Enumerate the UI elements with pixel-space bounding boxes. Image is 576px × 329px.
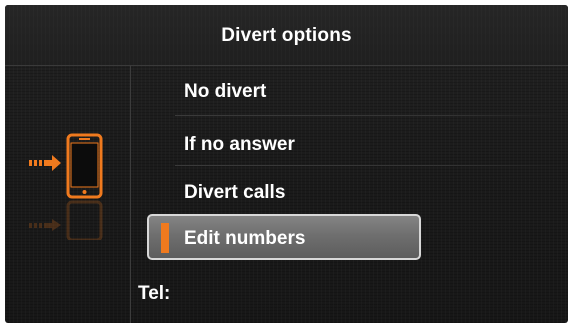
divert-options-screen: Divert options No divert If no answer Di… (5, 5, 568, 323)
header-bar: Divert options (5, 5, 568, 66)
page-title: Divert options (221, 25, 352, 46)
menu-item-divert-calls[interactable]: Divert calls (184, 182, 285, 204)
divert-arrow-icon (29, 155, 61, 171)
menu-item-if-no-answer[interactable]: If no answer (184, 134, 295, 156)
menu-item-no-divert[interactable]: No divert (184, 81, 266, 103)
smartphone-icon (66, 133, 103, 199)
menu-item-label: Edit numbers (184, 228, 306, 249)
menu-separator (175, 115, 568, 116)
menu-separator (175, 165, 568, 166)
side-divider (130, 65, 131, 323)
menu-item-edit-numbers[interactable]: Edit numbers (147, 214, 421, 260)
phone-reflection (29, 200, 103, 240)
tel-label: Tel: (138, 283, 171, 304)
phone-divert-icon (29, 133, 103, 240)
selection-indicator (161, 223, 169, 253)
